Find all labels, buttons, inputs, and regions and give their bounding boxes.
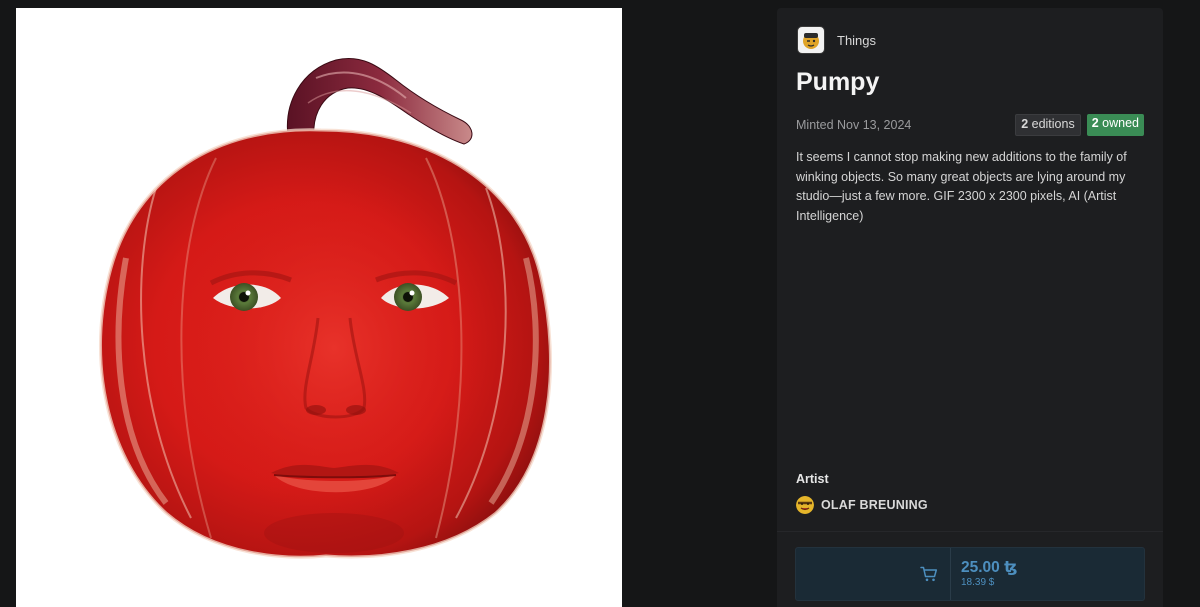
pumpkin-face-artwork: [98, 57, 552, 559]
winking-face-avatar-icon: [797, 26, 825, 54]
minted-date: Minted Nov 13, 2024: [796, 118, 912, 132]
owned-label: owned: [1102, 116, 1139, 130]
token-meta-row: Minted Nov 13, 2024 2 editions 2 owned: [796, 114, 1144, 136]
artist-heading: Artist: [796, 472, 829, 486]
cart-icon: [920, 566, 938, 582]
editions-badge[interactable]: 2 editions: [1015, 114, 1081, 136]
editions-count: 2: [1021, 117, 1029, 131]
artist-name[interactable]: OLAF BREUNING: [821, 498, 928, 512]
price-tez: 25.00 ꜩ: [961, 559, 1018, 576]
token-page: Things Pumpy Minted Nov 13, 2024 2 editi…: [0, 0, 1200, 607]
artwork-image[interactable]: [16, 8, 622, 607]
token-title: Pumpy: [796, 68, 880, 96]
owned-count: 2: [1091, 116, 1099, 130]
token-badges: 2 editions 2 owned: [1015, 114, 1144, 136]
price-area[interactable]: 25.00 ꜩ 18.39 $: [951, 559, 1017, 589]
collection-link[interactable]: Things: [797, 26, 876, 54]
price-usd: 18.39 $: [961, 577, 995, 588]
cart-icon-area[interactable]: [796, 548, 951, 600]
editions-label: editions: [1031, 117, 1075, 131]
panel-divider: [777, 531, 1163, 532]
owned-badge[interactable]: 2 owned: [1086, 114, 1144, 136]
buy-button[interactable]: 25.00 ꜩ 18.39 $: [795, 547, 1145, 601]
token-info-panel: Things Pumpy Minted Nov 13, 2024 2 editi…: [777, 8, 1163, 607]
collection-name[interactable]: Things: [837, 33, 876, 48]
token-description: It seems I cannot stop making new additi…: [796, 150, 1127, 223]
emoji-face-avatar-icon: [796, 496, 814, 514]
artist-link[interactable]: OLAF BREUNING: [796, 496, 928, 514]
